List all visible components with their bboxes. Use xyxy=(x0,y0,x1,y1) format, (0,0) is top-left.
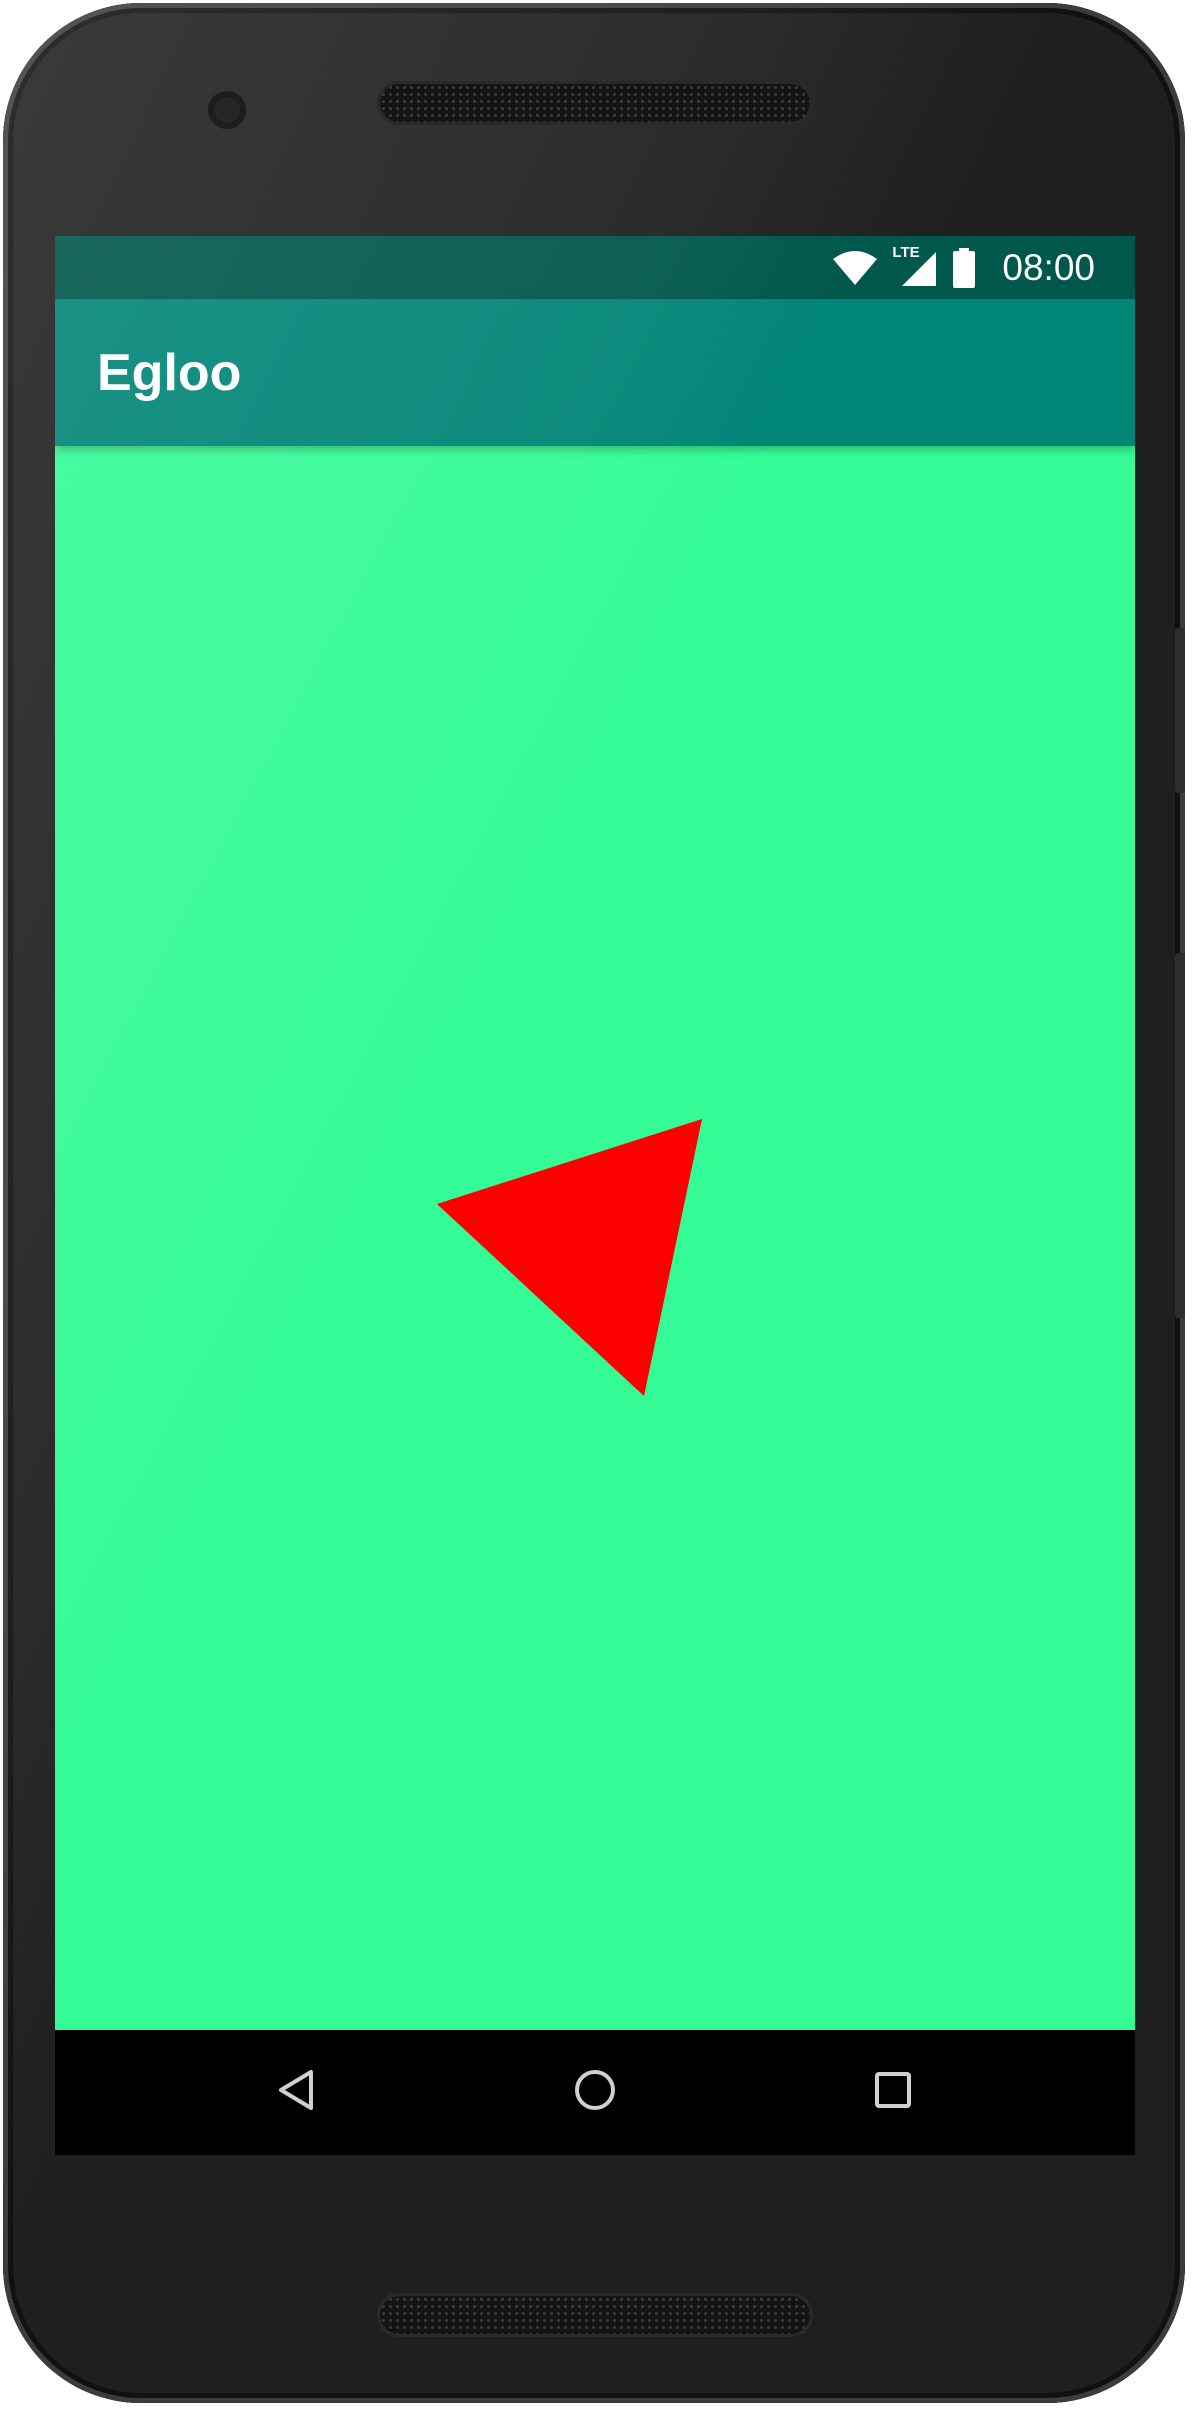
recents-icon xyxy=(871,2068,915,2117)
gl-surface[interactable] xyxy=(55,446,1135,2030)
navigation-bar xyxy=(55,2030,1135,2155)
wifi-icon xyxy=(832,250,878,286)
content-area xyxy=(55,446,1135,2030)
battery-icon xyxy=(952,247,976,288)
back-icon xyxy=(275,2068,319,2117)
volume-button[interactable] xyxy=(1175,953,1185,1318)
app-bar: Egloo xyxy=(55,299,1135,446)
back-button[interactable] xyxy=(257,2052,337,2132)
home-icon xyxy=(573,2068,617,2117)
recents-button[interactable] xyxy=(853,2052,933,2132)
status-bar: LTE 08:00 xyxy=(55,236,1135,299)
phone-frame: LTE 08:00 Egloo xyxy=(3,3,1185,2403)
status-time: 08:00 xyxy=(1002,246,1095,288)
lte-signal-icon: LTE xyxy=(892,244,938,288)
red-triangle xyxy=(437,1119,702,1396)
home-button[interactable] xyxy=(555,2052,635,2132)
app-title: Egloo xyxy=(97,344,242,402)
screen: LTE 08:00 Egloo xyxy=(55,236,1135,2155)
bottom-speaker xyxy=(380,2296,810,2334)
earpiece-speaker xyxy=(380,84,810,122)
status-icons: LTE 08:00 xyxy=(832,236,1095,299)
front-camera xyxy=(208,91,246,129)
power-button[interactable] xyxy=(1175,628,1185,793)
